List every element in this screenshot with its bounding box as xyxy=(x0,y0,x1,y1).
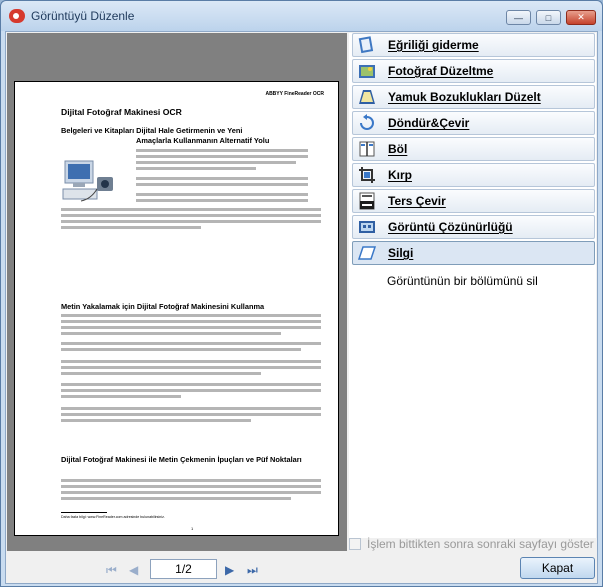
tool-label: Eğriliği giderme xyxy=(388,38,479,52)
doc-heading-1: Belgeleri ve Kitapları Dijital Hale Geti… xyxy=(61,126,243,135)
deskew-icon xyxy=(356,35,378,55)
doc-heading-1-cont: Amaçlarla Kullanmanın Alternatif Yolu xyxy=(136,136,270,145)
maximize-button[interactable]: □ xyxy=(536,10,561,25)
tool-rotate-flip[interactable]: Döndür&Çevir xyxy=(352,111,595,135)
doc-heading-3: Dijital Fotoğraf Makinesi ile Metin Çekm… xyxy=(61,455,302,464)
tool-label: Fotoğraf Düzeltme xyxy=(388,64,494,78)
maximize-icon: □ xyxy=(545,12,552,23)
doc-page-number: 1 xyxy=(191,526,194,531)
eraser-icon xyxy=(356,243,378,263)
first-page-icon[interactable]: ⏮ xyxy=(106,563,117,578)
window-title: Görüntüyü Düzenle xyxy=(31,9,135,23)
invert-icon xyxy=(356,191,378,211)
tool-label: Yamuk Bozuklukları Düzelt xyxy=(388,90,541,104)
tool-label: Görüntü Çözünürlüğü xyxy=(388,220,513,234)
tool-label: Silgi xyxy=(388,246,414,260)
tool-label: Döndür&Çevir xyxy=(388,116,470,130)
split-icon xyxy=(356,139,378,159)
next-page-icon[interactable]: ▶ xyxy=(225,563,234,577)
tool-crop[interactable]: Kırp xyxy=(352,163,595,187)
tool-label: Böl xyxy=(388,142,408,156)
photo-correction-icon xyxy=(356,61,378,81)
close-window-button[interactable]: ✕ xyxy=(566,10,596,25)
abbyy-logo-icon xyxy=(9,9,25,23)
doc-heading-2: Metin Yakalamak için Dijital Fotoğraf Ma… xyxy=(61,302,265,311)
tool-trapezoid[interactable]: Yamuk Bozuklukları Düzelt xyxy=(352,85,595,109)
close-button[interactable]: Kapat xyxy=(520,557,595,579)
resolution-icon xyxy=(356,217,378,237)
tool-split[interactable]: Böl xyxy=(352,137,595,161)
page-indicator[interactable]: 1/2 xyxy=(150,559,217,579)
tool-photo-correction[interactable]: Fotoğraf Düzeltme xyxy=(352,59,595,83)
tool-deskew[interactable]: Eğriliği giderme xyxy=(352,33,595,57)
tool-image-resolution[interactable]: Görüntü Çözünürlüğü xyxy=(352,215,595,239)
tool-eraser[interactable]: Silgi xyxy=(352,241,595,265)
last-page-icon[interactable]: ⏭ xyxy=(247,563,258,578)
show-next-page-checkbox[interactable] xyxy=(349,538,361,550)
minimize-button[interactable]: — xyxy=(506,10,531,25)
tool-invert[interactable]: Ters Çevir xyxy=(352,189,595,213)
checkbox-label: İşlem bittikten sonra sonraki sayfayı gö… xyxy=(367,537,594,551)
tool-label: Kırp xyxy=(388,168,412,182)
image-preview[interactable]: ABBYY FineReader OCR Dijital Fotoğraf Ma… xyxy=(7,33,347,551)
previous-page-icon[interactable]: ◀ xyxy=(129,563,138,577)
trapezoid-icon xyxy=(356,87,378,107)
tool-description: Görüntünün bir bölümünü sil xyxy=(387,274,538,288)
doc-header: ABBYY FineReader OCR xyxy=(265,91,324,97)
title-bar[interactable]: Görüntüyü Düzenle — □ ✕ xyxy=(1,1,602,31)
rotate-icon xyxy=(356,113,378,133)
document-page[interactable]: ABBYY FineReader OCR Dijital Fotoğraf Ma… xyxy=(14,81,339,536)
minimize-icon: — xyxy=(514,12,523,23)
computer-illustration xyxy=(62,160,113,202)
edit-image-window: Görüntüyü Düzenle — □ ✕ ABBYY FineReader… xyxy=(0,0,603,587)
doc-footnote: Daha fazla bilgi: www.FineReader.com adr… xyxy=(61,515,165,519)
main-content: ABBYY FineReader OCR Dijital Fotoğraf Ma… xyxy=(5,31,598,584)
page-navigation: ⏮ ◀ 1/2 ▶ ⏭ xyxy=(7,551,347,583)
show-next-page-option[interactable]: İşlem bittikten sonra sonraki sayfayı gö… xyxy=(349,537,594,551)
crop-icon xyxy=(356,165,378,185)
tool-label: Ters Çevir xyxy=(388,194,446,208)
doc-title: Dijital Fotoğraf Makinesi OCR xyxy=(61,107,182,117)
close-icon: ✕ xyxy=(577,12,585,22)
